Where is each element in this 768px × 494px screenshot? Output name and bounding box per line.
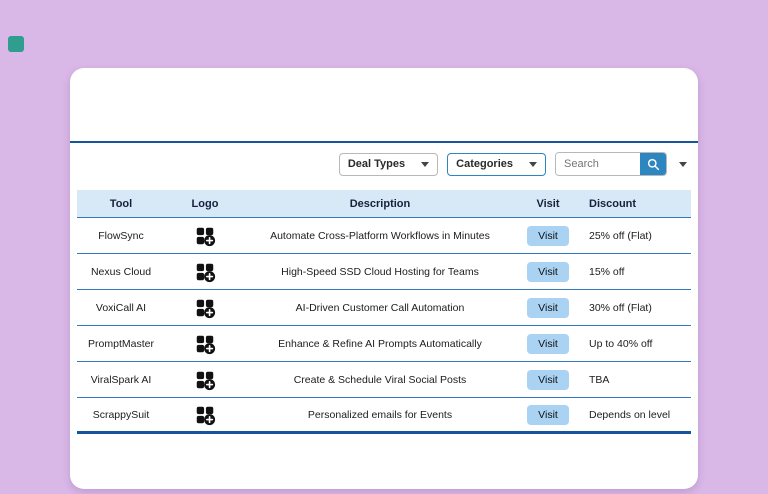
top-divider xyxy=(70,141,698,143)
search-box xyxy=(555,152,667,176)
visit-cell: Visit xyxy=(515,226,581,246)
table-row: ScrappySuit Personalized emails for Even… xyxy=(77,398,691,434)
grid-plus-icon xyxy=(194,225,216,247)
tool-name: ScrappySuit xyxy=(77,409,165,421)
grid-plus-icon xyxy=(194,369,216,391)
table-header-row: Tool Logo Description Visit Discount xyxy=(77,190,691,218)
visit-button[interactable]: Visit xyxy=(527,370,569,390)
tool-name: Nexus Cloud xyxy=(77,266,165,278)
grid-plus-icon xyxy=(194,261,216,283)
table-row: FlowSync Automate Cross-Platform Workflo… xyxy=(77,218,691,254)
visit-button[interactable]: Visit xyxy=(527,262,569,282)
table-row: VoxiCall AI AI-Driven Customer Call Auto… xyxy=(77,290,691,326)
magnifier-icon xyxy=(647,158,660,171)
tool-discount: Up to 40% off xyxy=(581,338,691,350)
tool-name: FlowSync xyxy=(77,230,165,242)
search-input[interactable] xyxy=(556,153,640,175)
tool-discount: 30% off (Flat) xyxy=(581,302,691,314)
tool-name: PromptMaster xyxy=(77,338,165,350)
tool-logo xyxy=(165,297,245,319)
tool-description: Create & Schedule Viral Social Posts xyxy=(245,374,515,386)
visit-cell: Visit xyxy=(515,405,581,425)
header-description: Description xyxy=(245,198,515,210)
grid-plus-icon xyxy=(194,333,216,355)
header-logo: Logo xyxy=(165,198,245,210)
deal-types-dropdown-label: Deal Types xyxy=(348,158,405,170)
tool-description: Personalized emails for Events xyxy=(245,409,515,421)
table-row: ViralSpark AI Create & Schedule Viral So… xyxy=(77,362,691,398)
tool-name: ViralSpark AI xyxy=(77,374,165,386)
tool-description: Automate Cross-Platform Workflows in Min… xyxy=(245,230,515,242)
visit-cell: Visit xyxy=(515,298,581,318)
deals-table: Tool Logo Description Visit Discount Flo… xyxy=(77,190,691,434)
header-visit: Visit xyxy=(515,198,581,210)
deals-card: Deal Types Categories Tool xyxy=(70,68,698,489)
visit-cell: Visit xyxy=(515,262,581,282)
search-button[interactable] xyxy=(640,152,666,176)
header-discount: Discount xyxy=(581,198,691,210)
deal-types-dropdown[interactable]: Deal Types xyxy=(339,153,438,176)
visit-button[interactable]: Visit xyxy=(527,226,569,246)
categories-dropdown[interactable]: Categories xyxy=(447,153,546,176)
visit-cell: Visit xyxy=(515,334,581,354)
tool-description: High-Speed SSD Cloud Hosting for Teams xyxy=(245,266,515,278)
visit-button[interactable]: Visit xyxy=(527,334,569,354)
chevron-down-icon xyxy=(529,162,537,167)
table-row: Nexus Cloud High-Speed SSD Cloud Hosting… xyxy=(77,254,691,290)
tool-description: AI-Driven Customer Call Automation xyxy=(245,302,515,314)
visit-cell: Visit xyxy=(515,370,581,390)
tool-discount: 15% off xyxy=(581,266,691,278)
tool-logo xyxy=(165,261,245,283)
chevron-down-icon xyxy=(679,162,687,167)
grid-plus-icon xyxy=(194,404,216,426)
tool-discount: 25% off (Flat) xyxy=(581,230,691,242)
filter-bar: Deal Types Categories xyxy=(339,152,690,176)
corner-decoration xyxy=(8,36,24,52)
tool-discount: Depends on level xyxy=(581,409,691,421)
tool-logo xyxy=(165,225,245,247)
visit-button[interactable]: Visit xyxy=(527,298,569,318)
table-row: PromptMaster Enhance & Refine AI Prompts… xyxy=(77,326,691,362)
tool-name: VoxiCall AI xyxy=(77,302,165,314)
header-tool: Tool xyxy=(77,198,165,210)
grid-plus-icon xyxy=(194,297,216,319)
tool-logo xyxy=(165,333,245,355)
categories-dropdown-label: Categories xyxy=(456,158,513,170)
visit-button[interactable]: Visit xyxy=(527,405,569,425)
search-options-dropdown[interactable] xyxy=(676,153,690,175)
tool-logo xyxy=(165,369,245,391)
tool-description: Enhance & Refine AI Prompts Automaticall… xyxy=(245,338,515,350)
tool-logo xyxy=(165,404,245,426)
tool-discount: TBA xyxy=(581,374,691,386)
chevron-down-icon xyxy=(421,162,429,167)
